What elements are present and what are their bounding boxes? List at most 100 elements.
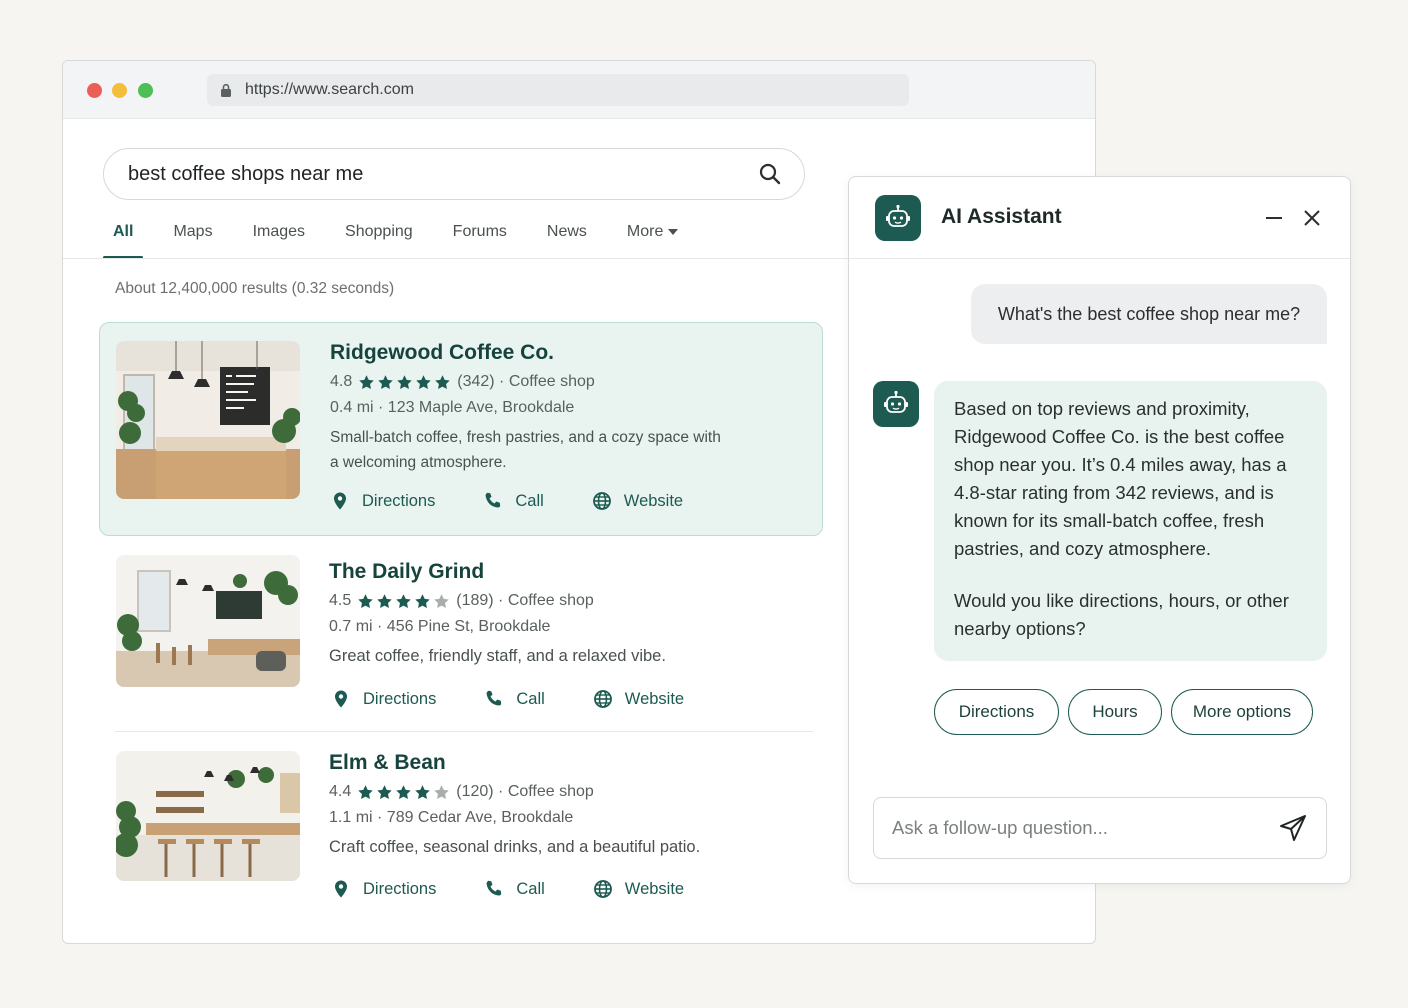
robot-icon — [886, 204, 910, 227]
send-icon[interactable] — [1278, 813, 1308, 843]
tab-news[interactable]: News — [547, 211, 587, 259]
result-description: Great coffee, friendly staff, and a rela… — [329, 647, 666, 665]
review-count: (342) · Coffee shop — [457, 373, 595, 390]
tab-forums[interactable]: Forums — [453, 211, 507, 259]
result-actions: Directions Call Website — [331, 689, 732, 709]
result-title[interactable]: The Daily Grind — [329, 560, 666, 584]
result-info: Ridgewood Coffee Co. 4.8 (342) · Coffee … — [330, 341, 730, 475]
result-card[interactable]: Elm & Bean 4.4 (120) · Coffee shop 1.1 m… — [99, 751, 823, 921]
assistant-reply-text: Based on top reviews and proximity, Ridg… — [954, 398, 1287, 559]
star-filled-icon — [435, 374, 450, 389]
chip-hours[interactable]: Hours — [1068, 689, 1162, 735]
directions-button[interactable]: Directions — [331, 689, 436, 709]
result-info: The Daily Grind 4.5 (189) · Coffee shop … — [329, 560, 666, 669]
directions-label: Directions — [363, 689, 437, 708]
window-maximize-dot[interactable] — [138, 83, 153, 98]
star-filled-icon — [359, 374, 374, 389]
website-button[interactable]: Website — [593, 879, 684, 899]
rating-value: 4.4 — [329, 783, 352, 800]
robot-icon — [884, 390, 908, 413]
result-description: Craft coffee, seasonal drinks, and a bea… — [329, 838, 701, 856]
directions-button[interactable]: Directions — [331, 879, 436, 899]
star-rating — [357, 784, 452, 801]
website-label: Website — [624, 879, 685, 898]
result-title[interactable]: Elm & Bean — [329, 751, 700, 775]
result-photo[interactable] — [116, 341, 300, 499]
assistant-avatar — [873, 381, 919, 427]
call-button[interactable]: Call — [483, 491, 544, 511]
star-empty-icon — [434, 784, 449, 799]
chip-more-options[interactable]: More options — [1171, 689, 1313, 735]
ai-assistant-panel: AI Assistant What's the best coffee shop… — [848, 176, 1351, 884]
result-rating: 4.4 (120) · Coffee shop — [329, 783, 700, 801]
star-filled-icon — [397, 374, 412, 389]
tab-shopping[interactable]: Shopping — [345, 211, 413, 259]
star-filled-icon — [396, 784, 411, 799]
result-address: 1.1 mi · 789 Cedar Ave, Brookdale — [329, 809, 574, 826]
result-rating: 4.5 (189) · Coffee shop — [329, 592, 666, 610]
call-button[interactable]: Call — [484, 689, 545, 709]
assistant-reply-question: Would you like directions, hours, or oth… — [954, 590, 1289, 639]
website-button[interactable]: Website — [592, 491, 683, 511]
directions-label: Directions — [362, 491, 436, 510]
tab-more[interactable]: More — [626, 211, 679, 259]
panel-header: AI Assistant — [849, 177, 1350, 259]
phone-icon — [486, 880, 502, 896]
globe-icon — [593, 880, 612, 898]
result-card[interactable]: The Daily Grind 4.5 (189) · Coffee shop … — [99, 555, 823, 725]
star-rating — [358, 374, 453, 391]
star-filled-icon — [416, 374, 431, 389]
result-address: 0.7 mi · 456 Pine St, Brookdale — [329, 618, 551, 635]
rating-value: 4.8 — [330, 373, 353, 390]
window-minimize-dot[interactable] — [112, 83, 127, 98]
directions-button[interactable]: Directions — [330, 491, 435, 511]
map-pin-icon — [335, 880, 347, 898]
result-actions: Directions Call Website — [331, 879, 732, 899]
address-bar[interactable]: https://www.search.com — [207, 74, 909, 106]
result-address: 0.4 mi · 123 Maple Ave, Brookdale — [330, 399, 575, 416]
call-button[interactable]: Call — [484, 879, 545, 899]
minimize-icon[interactable] — [1263, 207, 1285, 229]
search-input[interactable] — [128, 162, 758, 186]
tab-more-label: More — [626, 223, 664, 240]
chip-directions[interactable]: Directions — [934, 689, 1059, 735]
panel-title: AI Assistant — [941, 205, 1062, 228]
followup-input[interactable] — [892, 817, 1278, 839]
followup-box[interactable] — [873, 797, 1327, 859]
tab-images[interactable]: Images — [253, 211, 305, 259]
star-filled-icon — [377, 593, 392, 608]
browser-titlebar: https://www.search.com — [63, 61, 1095, 119]
globe-icon — [593, 690, 612, 708]
lock-icon — [221, 83, 231, 97]
rating-value: 4.5 — [329, 592, 352, 609]
website-button[interactable]: Website — [593, 689, 684, 709]
result-photo[interactable] — [116, 751, 300, 881]
map-pin-icon — [335, 690, 347, 708]
tab-maps[interactable]: Maps — [173, 211, 212, 259]
phone-icon — [486, 690, 502, 706]
tab-all[interactable]: All — [103, 211, 144, 259]
search-icon[interactable] — [758, 162, 782, 186]
result-description: Small-batch coffee, fresh pastries, and … — [330, 429, 721, 471]
window-close-dot[interactable] — [87, 83, 102, 98]
directions-label: Directions — [363, 879, 437, 898]
result-info: Elm & Bean 4.4 (120) · Coffee shop 1.1 m… — [329, 751, 700, 860]
review-count: (120) · Coffee shop — [456, 783, 594, 800]
assistant-message: Based on top reviews and proximity, Ridg… — [934, 381, 1327, 661]
website-label: Website — [623, 491, 684, 510]
phone-icon — [485, 492, 501, 508]
result-card[interactable]: Ridgewood Coffee Co. 4.8 (342) · Coffee … — [99, 322, 823, 536]
result-actions: Directions Call Website — [330, 491, 731, 511]
star-filled-icon — [378, 374, 393, 389]
result-title[interactable]: Ridgewood Coffee Co. — [330, 341, 730, 365]
address-url: https://www.search.com — [245, 81, 414, 98]
user-message: What's the best coffee shop near me? — [971, 284, 1327, 344]
close-icon[interactable] — [1301, 207, 1323, 229]
map-pin-icon — [334, 492, 346, 510]
result-photo[interactable] — [116, 555, 300, 687]
suggestion-chips: Directions Hours More options — [934, 689, 1322, 735]
website-label: Website — [624, 689, 685, 708]
globe-icon — [592, 492, 611, 510]
review-count: (189) · Coffee shop — [456, 592, 594, 609]
search-box[interactable] — [103, 148, 805, 200]
